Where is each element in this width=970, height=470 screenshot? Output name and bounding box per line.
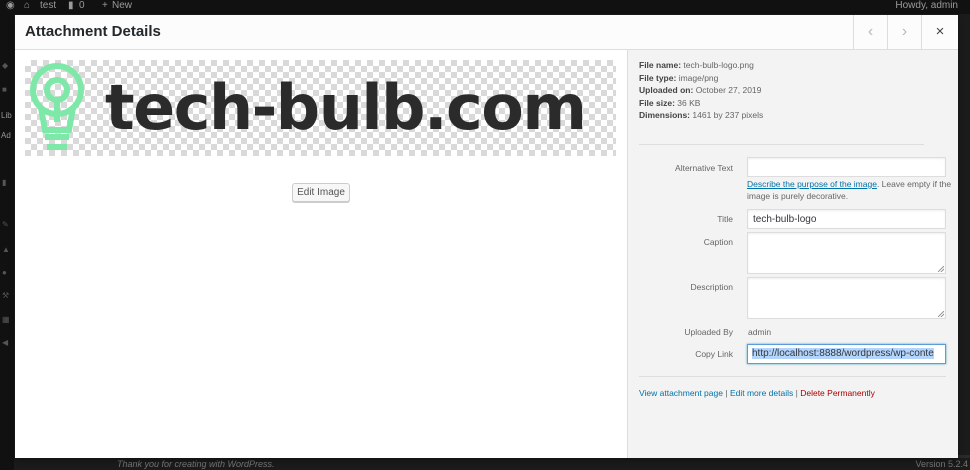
media-icon[interactable]: ■ — [2, 86, 12, 94]
resize-grip-icon[interactable] — [938, 311, 944, 317]
dimensions: 1461 by 237 pixels — [692, 110, 764, 120]
divider — [639, 144, 924, 145]
close-icon: × — [935, 23, 945, 40]
new-link[interactable]: New — [112, 0, 132, 12]
file-name: tech-bulb-logo.png — [683, 60, 754, 70]
home-icon[interactable]: ⌂ — [24, 0, 30, 12]
edit-image-button[interactable]: Edit Image — [292, 183, 350, 202]
admin-menu: ◆ ■ Lib Ad ▮ ✎ ▲ ● ⚒ ▦ ◀ — [0, 14, 14, 470]
comments-icon[interactable]: ▮ — [68, 0, 74, 12]
attachment-details-modal: Attachment Details ‹ › × tech-bulb.com E… — [15, 15, 958, 458]
divider — [639, 376, 946, 377]
plus-icon[interactable]: + — [102, 0, 108, 12]
chevron-right-icon: › — [901, 23, 908, 40]
description-label: Description — [690, 282, 733, 292]
file-type-label: File type: — [639, 72, 677, 83]
resize-grip-icon[interactable] — [938, 266, 944, 272]
logo-wordmark: tech-bulb.com — [105, 71, 587, 144]
copy-link-label: Copy Link — [695, 349, 733, 359]
title-label: Title — [717, 214, 733, 224]
modal-title: Attachment Details — [25, 23, 161, 40]
uploaded-on-row: Uploaded on: October 27, 2019 — [639, 84, 763, 97]
alt-text-help-link[interactable]: Describe the purpose of the image — [747, 179, 877, 189]
dimensions-row: Dimensions: 1461 by 237 pixels — [639, 109, 763, 122]
plugins-icon[interactable]: ▲ — [2, 246, 12, 254]
attachment-actions: View attachment page | Edit more details… — [639, 388, 875, 398]
separator: | — [795, 388, 798, 398]
close-button[interactable]: × — [921, 15, 958, 50]
file-size-row: File size: 36 KB — [639, 97, 763, 110]
media-preview-area: tech-bulb.com Edit Image — [15, 50, 627, 458]
view-attachment-page-link[interactable]: View attachment page — [639, 388, 723, 398]
howdy-user[interactable]: Howdy, admin — [895, 0, 958, 12]
description-textarea[interactable] — [747, 277, 946, 319]
comments-count[interactable]: 0 — [79, 0, 85, 12]
previous-button[interactable]: ‹ — [853, 15, 887, 50]
next-button[interactable]: › — [887, 15, 921, 50]
copy-link-input[interactable]: http://localhost:8888/wordpress/wp-conte — [747, 344, 946, 364]
file-type-row: File type: image/png — [639, 72, 763, 85]
title-input[interactable]: tech-bulb-logo — [747, 209, 946, 229]
file-size: 36 KB — [677, 97, 701, 108]
uploaded-on-label: Uploaded on: — [639, 85, 694, 95]
attachment-details-sidebar: File name: tech-bulb-logo.png File type:… — [627, 50, 958, 458]
users-icon[interactable]: ● — [2, 269, 12, 277]
menu-label-library[interactable]: Lib — [1, 112, 12, 120]
settings-icon[interactable]: ▦ — [2, 316, 12, 324]
uploaded-on: October 27, 2019 — [695, 85, 762, 95]
wordpress-logo-icon[interactable]: ◉ — [6, 0, 15, 12]
tools-icon[interactable]: ⚒ — [2, 292, 12, 300]
site-name[interactable]: test — [40, 0, 56, 12]
comments-menu-icon[interactable]: ▮ — [2, 179, 12, 187]
collapse-icon[interactable]: ◀ — [2, 339, 12, 347]
alt-text-help: Describe the purpose of the image. Leave… — [747, 178, 952, 202]
alt-text-label: Alternative Text — [675, 163, 733, 173]
file-name-label: File name: — [639, 60, 682, 70]
footer-version: Version 5.2.4 — [915, 459, 968, 469]
file-size-label: File size: — [639, 97, 675, 108]
pin-icon[interactable]: ◆ — [2, 62, 12, 70]
file-details: File name: tech-bulb-logo.png File type:… — [639, 59, 763, 122]
separator: | — [725, 388, 728, 398]
edit-more-details-link[interactable]: Edit more details — [730, 388, 793, 398]
lightbulb-logo-icon — [30, 63, 84, 150]
uploaded-by-label: Uploaded By — [684, 327, 733, 337]
caption-label: Caption — [703, 237, 733, 247]
footer-thanks[interactable]: Thank you for creating with WordPress. — [117, 459, 275, 469]
modal-header: Attachment Details ‹ › × — [15, 15, 958, 50]
caption-textarea[interactable] — [747, 232, 946, 274]
uploaded-by-value: admin — [748, 327, 772, 337]
file-name-row: File name: tech-bulb-logo.png — [639, 59, 763, 72]
admin-footer: Thank you for creating with WordPress. V… — [14, 458, 970, 470]
appearance-icon[interactable]: ✎ — [2, 221, 12, 229]
alt-text-input[interactable] — [747, 157, 946, 177]
file-type: image/png — [678, 72, 719, 83]
copy-link-value: http://localhost:8888/wordpress/wp-conte — [752, 348, 934, 359]
delete-permanently-link[interactable]: Delete Permanently — [800, 388, 875, 398]
chevron-left-icon: ‹ — [867, 23, 874, 40]
menu-label-add[interactable]: Ad — [1, 132, 11, 140]
admin-bar: ◉ ⌂ test ▮ 0 + New Howdy, admin — [0, 0, 970, 14]
image-preview: tech-bulb.com — [25, 60, 616, 156]
dimensions-label: Dimensions: — [639, 110, 691, 120]
